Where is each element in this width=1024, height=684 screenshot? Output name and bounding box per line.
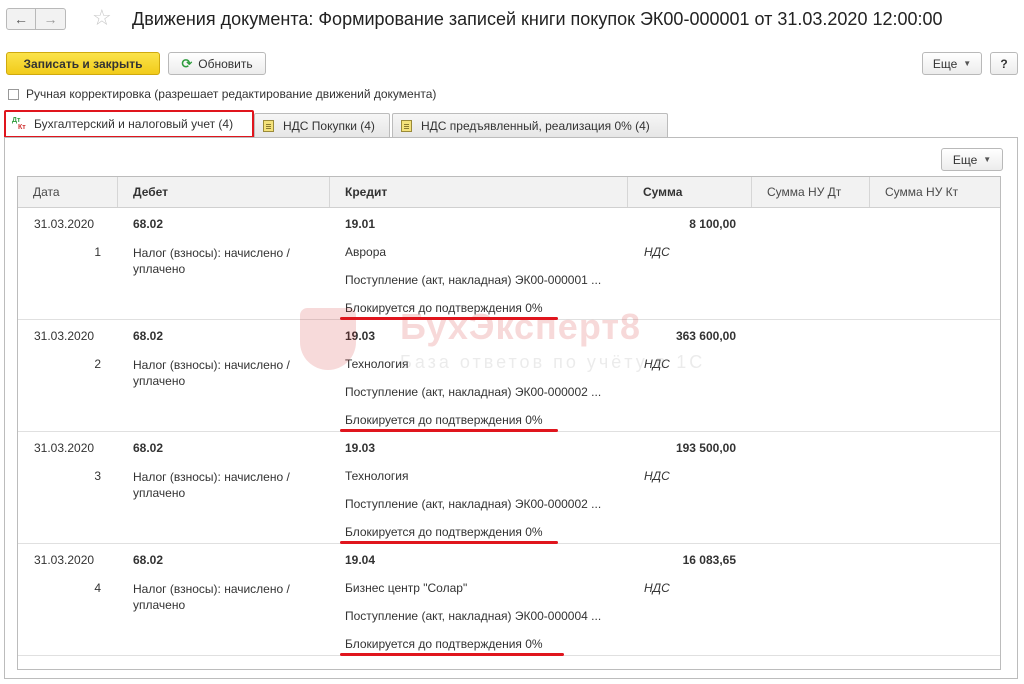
credit-subconto-1: Бизнес центр "Солар" bbox=[345, 581, 468, 595]
credit-account: 19.04 bbox=[345, 553, 376, 567]
chevron-down-icon: ▼ bbox=[963, 59, 972, 68]
tab-label: Бухгалтерский и налоговый учет (4) bbox=[34, 117, 234, 131]
refresh-label: Обновить bbox=[198, 56, 253, 71]
table-row[interactable]: 31.03.2020 3 68.02 Налог (взносы): начис… bbox=[18, 431, 1000, 544]
row-date: 31.03.2020 bbox=[34, 329, 95, 343]
column-debit[interactable]: Дебет bbox=[118, 177, 330, 207]
row-amount: 363 600,00 bbox=[675, 329, 736, 343]
credit-subconto-3: Блокируется до подтверждения 0% bbox=[345, 525, 543, 539]
debit-account: 68.02 bbox=[133, 217, 164, 231]
debit-subconto: Налог (взносы): начислено / уплачено bbox=[133, 358, 290, 388]
tab-vat-purchases[interactable]: НДС Покупки (4) bbox=[254, 113, 390, 137]
credit-subconto-2: Поступление (акт, накладная) ЭК00-000002… bbox=[345, 385, 602, 399]
row-date: 31.03.2020 bbox=[34, 217, 95, 231]
chevron-down-icon: ▼ bbox=[983, 155, 992, 164]
manual-edit-checkbox[interactable] bbox=[8, 88, 19, 100]
row-nds: НДС bbox=[644, 357, 670, 371]
debit-account: 68.02 bbox=[133, 329, 164, 343]
row-number: 2 bbox=[94, 357, 101, 371]
row-number: 3 bbox=[94, 469, 101, 483]
table-row[interactable]: 31.03.2020 4 68.02 Налог (взносы): начис… bbox=[18, 543, 1000, 656]
row-date: 31.03.2020 bbox=[34, 441, 95, 455]
entries-table[interactable]: Дата Дебет Кредит Сумма Сумма НУ Дт Сумм… bbox=[17, 176, 1001, 670]
refresh-icon: ⟳ bbox=[181, 55, 193, 71]
tab-label: НДС предъявленный, реализация 0% (4) bbox=[421, 118, 650, 133]
row-nds: НДС bbox=[644, 581, 670, 595]
panel-more-button[interactable]: Еще ▼ bbox=[941, 148, 1003, 171]
arrow-right-icon: → bbox=[43, 11, 58, 27]
column-credit[interactable]: Кредит bbox=[330, 177, 628, 207]
debit-subconto: Налог (взносы): начислено / уплачено bbox=[133, 582, 290, 612]
row-amount: 16 083,65 bbox=[682, 553, 736, 567]
tab-accounting[interactable]: Дт Кт Бухгалтерский и налоговый учет (4) bbox=[4, 110, 254, 138]
title-bar: ← → ☆ Движения документа: Формирование з… bbox=[0, 0, 1024, 40]
table-header: Дата Дебет Кредит Сумма Сумма НУ Дт Сумм… bbox=[18, 177, 1000, 208]
forward-button[interactable]: → bbox=[36, 8, 66, 30]
more-label: Еще bbox=[952, 152, 978, 167]
row-number: 4 bbox=[94, 581, 101, 595]
debit-account: 68.02 bbox=[133, 553, 164, 567]
credit-account: 19.03 bbox=[345, 329, 376, 343]
column-date[interactable]: Дата bbox=[18, 177, 118, 207]
debit-subconto: Налог (взносы): начислено / уплачено bbox=[133, 470, 290, 500]
tab-vat-charged[interactable]: НДС предъявленный, реализация 0% (4) bbox=[392, 113, 668, 137]
row-number: 1 bbox=[94, 245, 101, 259]
credit-subconto-3: Блокируется до подтверждения 0% bbox=[345, 301, 543, 315]
star-icon[interactable]: ☆ bbox=[92, 7, 112, 29]
refresh-button[interactable]: ⟳ Обновить bbox=[168, 52, 266, 75]
row-nds: НДС bbox=[644, 245, 670, 259]
column-amount[interactable]: Сумма bbox=[628, 177, 752, 207]
debit-subconto: Налог (взносы): начислено / уплачено bbox=[133, 246, 290, 276]
credit-subconto-1: Аврора bbox=[345, 245, 387, 259]
more-label: Еще bbox=[932, 56, 958, 71]
manual-edit-label: Ручная корректировка (разрешает редактир… bbox=[26, 87, 437, 101]
back-button[interactable]: ← bbox=[6, 8, 36, 30]
row-nds: НДС bbox=[644, 469, 670, 483]
credit-subconto-1: Технология bbox=[345, 357, 409, 371]
manual-edit-checkbox-row[interactable]: Ручная корректировка (разрешает редактир… bbox=[8, 87, 436, 101]
tab-label: НДС Покупки (4) bbox=[283, 118, 375, 133]
credit-account: 19.01 bbox=[345, 217, 376, 231]
help-button[interactable]: ? bbox=[990, 52, 1018, 75]
page-title: Движения документа: Формирование записей… bbox=[132, 9, 943, 29]
row-date: 31.03.2020 bbox=[34, 553, 95, 567]
credit-subconto-2: Поступление (акт, накладная) ЭК00-000001… bbox=[345, 273, 602, 287]
table-row[interactable]: 31.03.2020 1 68.02 Налог (взносы): начис… bbox=[18, 207, 1000, 320]
row-amount: 8 100,00 bbox=[689, 217, 736, 231]
table-row[interactable]: 31.03.2020 2 68.02 Налог (взносы): начис… bbox=[18, 319, 1000, 432]
credit-subconto-1: Технология bbox=[345, 469, 409, 483]
credit-account: 19.03 bbox=[345, 441, 376, 455]
debit-account: 68.02 bbox=[133, 441, 164, 455]
dt-kt-icon: Дт Кт bbox=[12, 117, 26, 131]
column-nu-dt[interactable]: Сумма НУ Дт bbox=[752, 177, 870, 207]
credit-subconto-2: Поступление (акт, накладная) ЭК00-000004… bbox=[345, 609, 602, 623]
arrow-left-icon: ← bbox=[14, 11, 28, 27]
register-icon bbox=[401, 119, 412, 132]
credit-subconto-2: Поступление (акт, накладная) ЭК00-000002… bbox=[345, 497, 602, 511]
register-icon bbox=[263, 119, 274, 132]
column-nu-kt[interactable]: Сумма НУ Кт bbox=[870, 177, 1000, 207]
red-underline bbox=[340, 653, 564, 656]
save-and-close-button[interactable]: Записать и закрыть bbox=[6, 52, 160, 75]
more-button[interactable]: Еще ▼ bbox=[922, 52, 982, 75]
credit-subconto-3: Блокируется до подтверждения 0% bbox=[345, 637, 543, 651]
credit-subconto-3: Блокируется до подтверждения 0% bbox=[345, 413, 543, 427]
row-amount: 193 500,00 bbox=[675, 441, 736, 455]
tab-panel: Еще ▼ Дата Дебет Кредит Сумма Сумма НУ Д… bbox=[4, 137, 1018, 679]
